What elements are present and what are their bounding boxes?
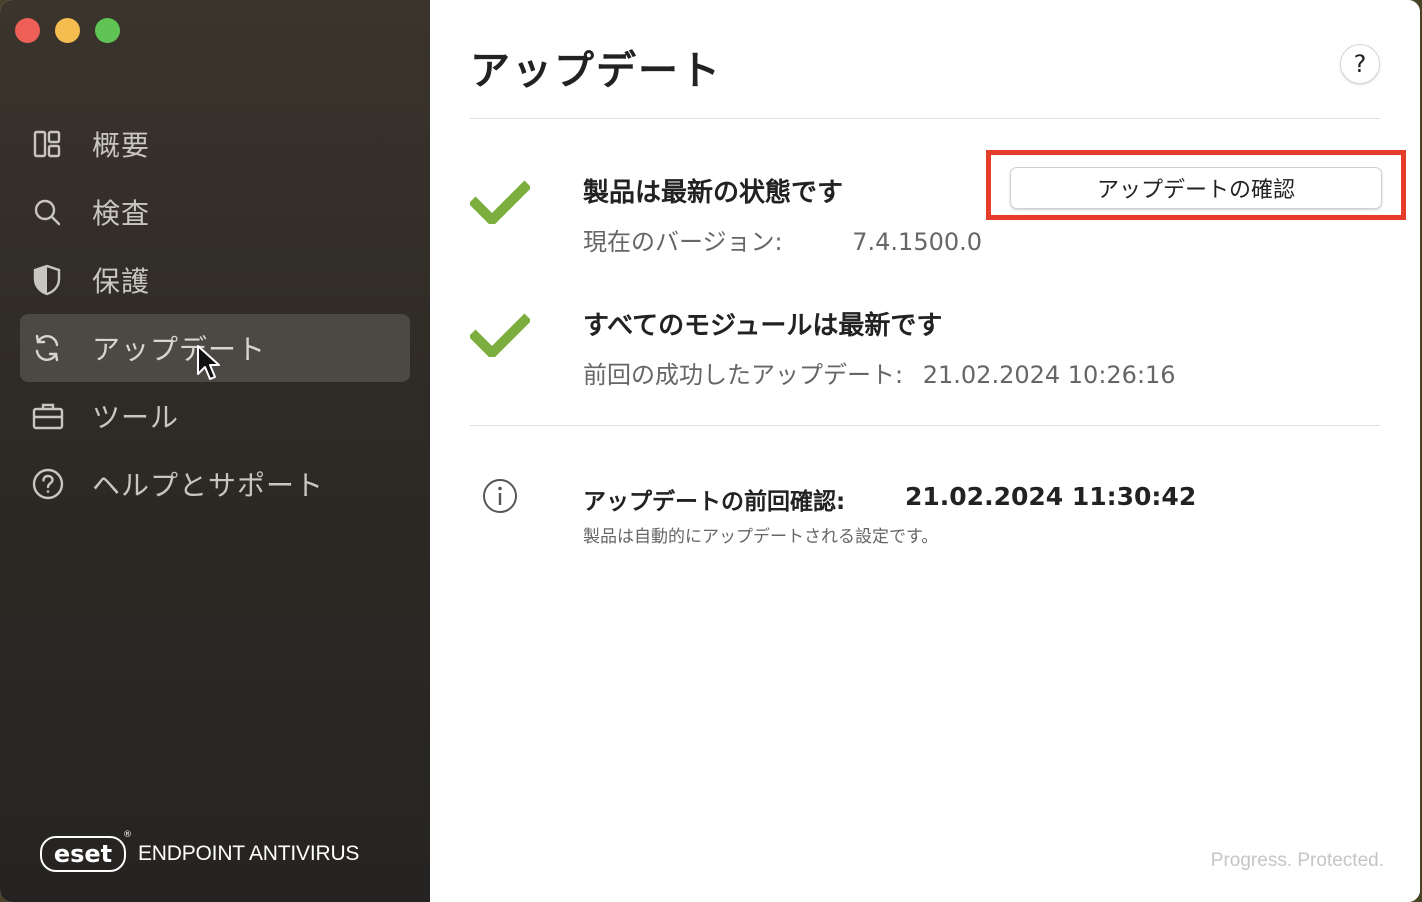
minimize-window-button[interactable] (55, 18, 80, 43)
last-check-value: 21.02.2024 11:30:42 (905, 482, 1197, 511)
sidebar-item-tools[interactable]: ツール (20, 382, 410, 450)
version-value: 7.4.1500.0 (852, 228, 983, 256)
version-label: 現在のバージョン: (583, 228, 783, 256)
modules-status-title: すべてのモジュールは最新です (583, 311, 943, 341)
product-name: ENDPOINT ANTIVIRUS (138, 842, 360, 865)
sidebar-item-label: ヘルプとサポート (92, 469, 325, 502)
sidebar: 概要 検査 保護 アップデート ツール ヘルプとサポート eset ® ENDP… (0, 0, 430, 902)
mouse-cursor-icon (197, 345, 220, 380)
check-update-button[interactable]: アップデートの確認 (1010, 167, 1382, 209)
last-success-label: 前回の成功したアップデート: (583, 361, 904, 389)
search-icon (32, 192, 88, 232)
toolbox-icon (32, 396, 88, 436)
help-button[interactable]: ? (1340, 44, 1380, 84)
check-icon (470, 180, 530, 224)
last-success-value: 21.02.2024 10:26:16 (922, 361, 1176, 389)
window-controls (15, 18, 120, 43)
sidebar-item-label: 概要 (92, 129, 151, 162)
tagline: Progress. Protected. (1210, 850, 1384, 871)
sidebar-item-protection[interactable]: 保護 (20, 246, 410, 314)
shield-icon (32, 260, 88, 300)
sidebar-item-label: 保護 (92, 265, 151, 298)
modules-status: すべてのモジュールは最新です 前回の成功したアップデート: 21.02.2024… (470, 305, 1370, 395)
sidebar-item-label: アップデート (92, 333, 267, 366)
info-icon (483, 479, 517, 513)
sidebar-item-scan[interactable]: 検査 (20, 178, 410, 246)
main-panel: アップデート ? 製品は最新の状態です 現在のバージョン: 7.4.1500.0… (430, 0, 1420, 902)
auto-update-note: 製品は自動的にアップデートされる設定です。 (583, 527, 939, 547)
sidebar-item-label: ツール (92, 401, 180, 434)
help-circle-icon (32, 464, 88, 504)
sidebar-item-label: 検査 (92, 197, 151, 230)
product-brand: eset ® ENDPOINT ANTIVIRUS (40, 830, 360, 872)
divider (470, 118, 1380, 119)
check-icon (470, 313, 530, 357)
zoom-window-button[interactable] (95, 18, 120, 43)
close-window-button[interactable] (15, 18, 40, 43)
last-check-label: アップデートの前回確認: (583, 489, 846, 515)
divider (470, 425, 1380, 426)
overview-icon (32, 124, 88, 164)
sidebar-item-help[interactable]: ヘルプとサポート (20, 450, 410, 518)
eset-logo: eset ® (40, 830, 132, 872)
last-success-line: 前回の成功したアップデート: 21.02.2024 10:26:16 (583, 355, 1176, 390)
sidebar-nav: 概要 検査 保護 アップデート ツール ヘルプとサポート (20, 110, 410, 518)
product-status-title: 製品は最新の状態です (583, 178, 844, 208)
app-window: 概要 検査 保護 アップデート ツール ヘルプとサポート eset ® ENDP… (0, 0, 1420, 902)
refresh-icon (32, 328, 88, 368)
sidebar-item-overview[interactable]: 概要 (20, 110, 410, 178)
page-title: アップデート (470, 48, 722, 94)
version-line: 現在のバージョン: 7.4.1500.0 (583, 222, 982, 257)
